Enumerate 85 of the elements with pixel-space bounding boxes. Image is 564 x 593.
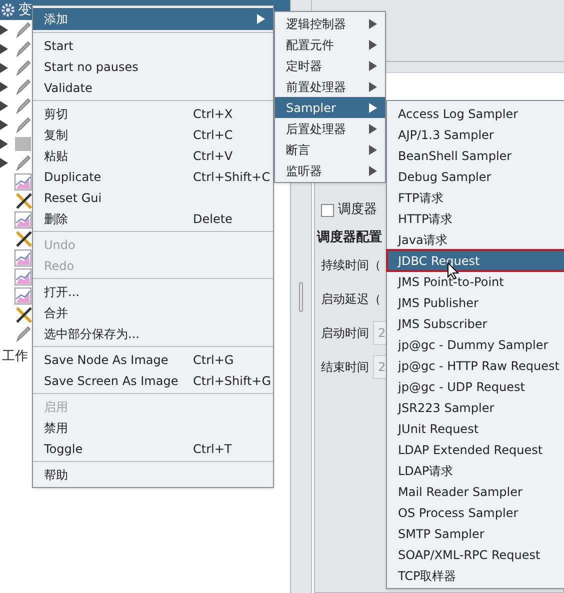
- pencil-icon[interactable]: [14, 96, 32, 114]
- submenu-arrow-icon: [369, 144, 377, 154]
- menu-item[interactable]: Mail Reader Sampler: [387, 481, 564, 502]
- menu-item[interactable]: 粘贴 Ctrl+V: [33, 145, 273, 166]
- chart-icon[interactable]: [14, 248, 32, 266]
- menu-item[interactable]: SMTP Sampler: [387, 523, 564, 544]
- menu-item[interactable]: 复制 Ctrl+C: [33, 124, 273, 145]
- menu-item[interactable]: Start no pauses: [33, 56, 273, 77]
- pencil-icon[interactable]: [14, 78, 32, 96]
- menu-item[interactable]: Toggle Ctrl+T: [33, 438, 273, 459]
- menu-item[interactable]: 断言: [275, 139, 385, 160]
- section-title: 调度器配置: [317, 228, 382, 247]
- field-label: 持续时间（: [321, 256, 381, 274]
- menu-item[interactable]: 剪切 Ctrl+X: [33, 103, 273, 124]
- menu-item[interactable]: Java请求: [387, 229, 564, 250]
- submenu-arrow-icon: [369, 40, 377, 50]
- menu-item[interactable]: Sampler: [275, 97, 385, 118]
- submenu-arrow-icon: [369, 166, 377, 176]
- menu-item[interactable]: 后置处理器: [275, 118, 385, 139]
- menu-item[interactable]: Save Screen As Image Ctrl+Shift+G: [33, 370, 273, 391]
- expand-arrow-icon[interactable]: [0, 24, 8, 34]
- menu-item[interactable]: 帮助: [33, 464, 273, 485]
- menu-item[interactable]: OS Process Sampler: [387, 502, 564, 523]
- chart-icon[interactable]: [14, 210, 32, 228]
- menu-item[interactable]: 禁用: [33, 417, 273, 438]
- menu-item[interactable]: JMS Publisher: [387, 292, 564, 313]
- expand-arrow-icon[interactable]: [0, 100, 8, 110]
- expand-arrow-icon[interactable]: [0, 62, 8, 72]
- pencil-icon[interactable]: [14, 154, 32, 172]
- menu-item[interactable]: jp@gc - UDP Request: [387, 376, 564, 397]
- pencil-icon[interactable]: [14, 116, 32, 134]
- checkbox-label: 调度器: [338, 201, 377, 220]
- menu-item[interactable]: SOAP/XML-RPC Request: [387, 544, 564, 565]
- submenu-arrow-icon: [369, 82, 377, 92]
- tools-icon[interactable]: [14, 228, 34, 248]
- menu-item[interactable]: FTP请求: [387, 187, 564, 208]
- expand-arrow-icon[interactable]: [0, 44, 8, 54]
- menu-item[interactable]: 添加: [33, 8, 273, 30]
- submenu-arrow-icon: [369, 102, 377, 112]
- expand-arrow-icon[interactable]: [0, 120, 8, 130]
- menu-item[interactable]: LDAP请求: [387, 460, 564, 481]
- menu-item[interactable]: Duplicate Ctrl+Shift+C: [33, 166, 273, 187]
- menu-item[interactable]: 逻辑控制器: [275, 13, 385, 34]
- tools-icon[interactable]: [14, 304, 34, 324]
- menu-item[interactable]: AJP/1.3 Sampler: [387, 124, 564, 145]
- menu-item[interactable]: HTTP请求: [387, 208, 564, 229]
- menu-item[interactable]: JUnit Request: [387, 418, 564, 439]
- chart-icon[interactable]: [14, 286, 32, 304]
- field-label: 启动延迟（: [321, 290, 381, 308]
- menu-item[interactable]: 前置处理器: [275, 76, 385, 97]
- menu-item[interactable]: 打开...: [33, 281, 273, 302]
- chart-icon[interactable]: [14, 172, 32, 190]
- tools-icon[interactable]: [14, 190, 34, 210]
- pencil-icon[interactable]: [14, 40, 32, 58]
- menu-item[interactable]: TCP取样器: [387, 565, 564, 586]
- menu-item[interactable]: Validate: [33, 77, 273, 98]
- submenu-arrow-icon: [369, 124, 377, 134]
- menu-item[interactable]: 定时器: [275, 55, 385, 76]
- menu-item[interactable]: BeanShell Sampler: [387, 145, 564, 166]
- checkbox[interactable]: [321, 204, 334, 216]
- menu-item[interactable]: 监听器: [275, 160, 385, 181]
- menu-item[interactable]: 配置元件: [275, 34, 385, 55]
- expand-arrow-icon[interactable]: [0, 82, 8, 92]
- menu-item[interactable]: 删除 Delete: [33, 208, 273, 229]
- pencil-icon[interactable]: [14, 324, 32, 342]
- submenu-arrow-icon: [369, 18, 377, 28]
- menu-item[interactable]: Start: [33, 35, 273, 56]
- chart-icon[interactable]: [14, 268, 32, 286]
- menu-item[interactable]: Access Log Sampler: [387, 103, 564, 124]
- field-label: 结束时间: [321, 358, 369, 376]
- menu-item[interactable]: JMS Point-to-Point: [387, 271, 564, 292]
- menu-item[interactable]: 合并: [33, 302, 273, 323]
- menu-item[interactable]: LDAP Extended Request: [387, 439, 564, 460]
- menu-item[interactable]: Debug Sampler: [387, 166, 564, 187]
- pencil-icon[interactable]: [14, 58, 32, 76]
- field-label: 启动时间: [321, 324, 369, 342]
- expand-arrow-icon[interactable]: [0, 158, 8, 168]
- gear-icon: [1, 3, 15, 17]
- expand-arrow-icon[interactable]: [0, 138, 8, 148]
- menu-item[interactable]: Save Node As Image Ctrl+G: [33, 349, 273, 370]
- splitter-handle[interactable]: [299, 282, 303, 312]
- menu-item[interactable]: 选中部分保存为...: [33, 323, 273, 344]
- menu-item[interactable]: JSR223 Sampler: [387, 397, 564, 418]
- menu-item[interactable]: Reset Gui: [33, 187, 273, 208]
- submenu-arrow-icon: [369, 60, 377, 70]
